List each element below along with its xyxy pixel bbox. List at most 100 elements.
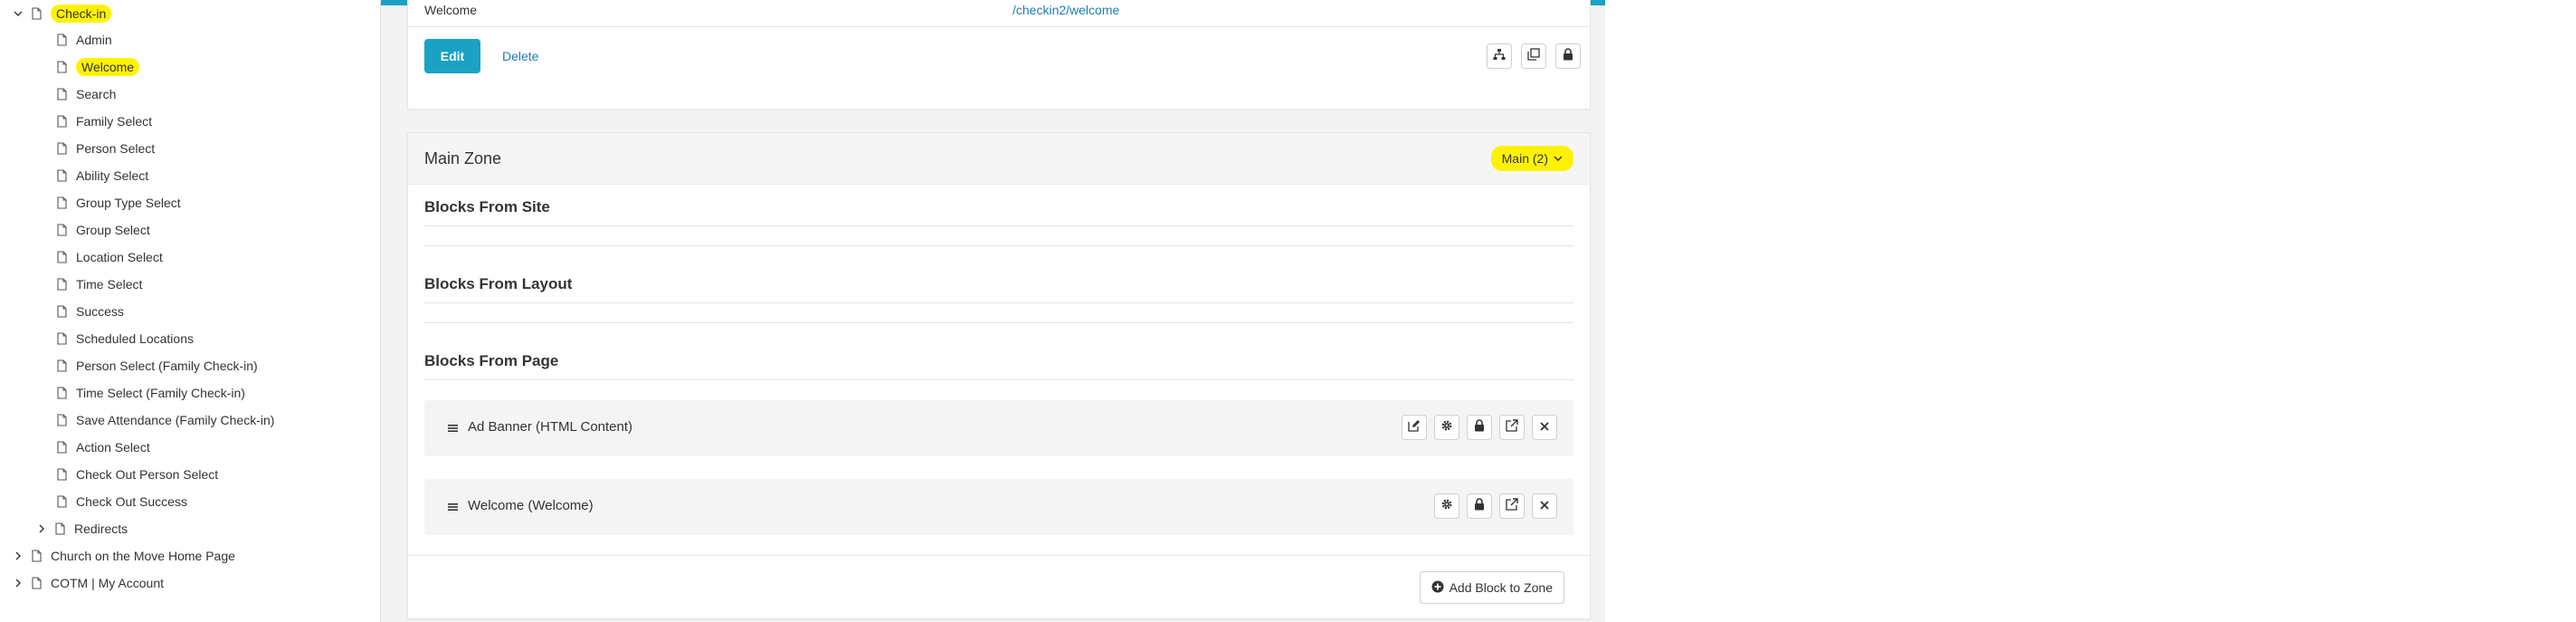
tree-node-label[interactable]: Action Select	[76, 440, 150, 455]
drag-handle-icon[interactable]	[448, 500, 459, 514]
tree-node-time-select[interactable]: Time Select	[56, 273, 142, 296]
block-security-button[interactable]	[1467, 415, 1492, 440]
edit-icon	[1408, 419, 1421, 436]
tree-node-label[interactable]: Save Attendance (Family Check-in)	[76, 413, 274, 427]
page-icon	[56, 33, 67, 47]
tree-node-search[interactable]: Search	[56, 82, 116, 106]
tree-node-label[interactable]: Time Select (Family Check-in)	[76, 386, 245, 400]
sitemap-icon	[1493, 48, 1506, 65]
chevron-right-icon[interactable]	[34, 522, 49, 536]
delete-block-button[interactable]	[1532, 415, 1557, 440]
page-icon	[56, 331, 67, 346]
tree-node-label[interactable]: Time Select	[76, 277, 142, 292]
tree-node-check-in[interactable]: Check-in	[11, 2, 112, 25]
tree-node-group-select[interactable]: Group Select	[56, 218, 150, 242]
block-name: Ad Banner (HTML Content)	[468, 419, 633, 435]
tree-node-label[interactable]: Person Select	[76, 141, 155, 156]
tree-node-action-select[interactable]: Action Select	[56, 435, 150, 459]
zone-selector-dropdown[interactable]: Main (2)	[1490, 146, 1573, 171]
delete-button[interactable]: Delete	[502, 39, 538, 73]
page-icon	[56, 223, 67, 237]
tree-node-label[interactable]: Welcome	[76, 58, 140, 76]
tree-node-label[interactable]: Admin	[76, 33, 112, 47]
zone-header: Main Zone Main (2)	[408, 133, 1590, 185]
section-divider	[424, 302, 1573, 303]
gear-icon	[1440, 419, 1453, 436]
copy-page-button[interactable]	[1521, 43, 1546, 69]
plus-circle-icon	[1431, 580, 1444, 596]
external-link-icon	[1506, 497, 1518, 515]
page-icon	[56, 114, 67, 129]
page-icon	[56, 277, 67, 292]
tree-node-person-select-family[interactable]: Person Select (Family Check-in)	[56, 354, 258, 378]
tree-node-label[interactable]: Check-in	[51, 5, 112, 23]
edit-content-button[interactable]	[1402, 415, 1427, 440]
block-settings-button[interactable]	[1434, 415, 1459, 440]
main-content: Welcome /checkin2/welcome Edit Delete Ma…	[381, 0, 1605, 622]
page-icon	[54, 522, 65, 536]
tree-node-label[interactable]: Search	[76, 87, 116, 101]
tree-node-label[interactable]: Ability Select	[76, 168, 148, 183]
page-icon	[31, 6, 42, 21]
tree-node-redirects[interactable]: Redirects	[34, 517, 128, 541]
tree-node-group-type-select[interactable]: Group Type Select	[56, 191, 181, 215]
page-icon	[56, 196, 67, 210]
tree-node-label[interactable]: COTM | My Account	[51, 576, 164, 590]
blocks-from-layout-heading: Blocks From Layout	[424, 275, 573, 292]
tree-node-time-select-family[interactable]: Time Select (Family Check-in)	[56, 381, 245, 405]
tree-node-scheduled-locations[interactable]: Scheduled Locations	[56, 327, 194, 350]
tree-node-church-home[interactable]: Church on the Move Home Page	[11, 544, 235, 568]
tree-node-label[interactable]: Family Select	[76, 114, 152, 129]
page-icon	[56, 494, 67, 509]
zone-block-item: Welcome (Welcome)	[424, 479, 1573, 535]
tree-node-label[interactable]: Church on the Move Home Page	[51, 549, 235, 563]
move-block-button[interactable]	[1499, 493, 1525, 519]
edit-button[interactable]: Edit	[424, 39, 480, 73]
security-button[interactable]	[1555, 43, 1581, 69]
chevron-right-icon[interactable]	[11, 576, 25, 590]
block-settings-button[interactable]	[1434, 493, 1459, 519]
page-icon	[56, 413, 67, 427]
page-icon	[56, 250, 67, 264]
page-name-value: Welcome	[424, 3, 478, 17]
tree-node-location-select[interactable]: Location Select	[56, 245, 163, 269]
tree-node-label[interactable]: Location Select	[76, 250, 163, 264]
clone-icon	[1527, 47, 1540, 65]
tree-node-label[interactable]: Group Type Select	[76, 196, 181, 210]
chevron-right-icon[interactable]	[11, 549, 25, 563]
tree-node-label[interactable]: Success	[76, 304, 124, 319]
tree-node-welcome[interactable]: Welcome	[56, 55, 140, 79]
block-name: Welcome (Welcome)	[468, 498, 594, 513]
page-icon	[56, 386, 67, 400]
page-icon	[56, 359, 67, 373]
tree-node-admin[interactable]: Admin	[56, 28, 112, 52]
tree-node-save-attendance-family[interactable]: Save Attendance (Family Check-in)	[56, 408, 274, 432]
chevron-down-icon[interactable]	[11, 6, 25, 21]
tree-node-label[interactable]: Scheduled Locations	[76, 331, 194, 346]
tree-node-my-account[interactable]: COTM | My Account	[11, 571, 164, 595]
tree-node-success[interactable]: Success	[56, 300, 124, 323]
page-icon	[56, 87, 67, 101]
add-block-to-zone-button[interactable]: Add Block to Zone	[1419, 571, 1564, 604]
section-divider	[424, 322, 1573, 323]
external-link-icon	[1506, 418, 1518, 436]
tree-node-person-select[interactable]: Person Select	[56, 137, 155, 160]
tree-node-ability-select[interactable]: Ability Select	[56, 164, 148, 187]
tree-node-label[interactable]: Check Out Person Select	[76, 467, 218, 482]
block-security-button[interactable]	[1467, 493, 1492, 519]
page-icon	[56, 467, 67, 482]
drag-handle-icon[interactable]	[448, 421, 459, 435]
tree-node-label[interactable]: Group Select	[76, 223, 150, 237]
tree-node-label[interactable]: Redirects	[74, 522, 128, 536]
move-block-button[interactable]	[1499, 415, 1525, 440]
tree-node-check-out-success[interactable]: Check Out Success	[56, 490, 187, 513]
delete-block-button[interactable]	[1532, 493, 1557, 519]
card-divider	[408, 26, 1590, 27]
tree-node-label[interactable]: Person Select (Family Check-in)	[76, 359, 258, 373]
page-route-link[interactable]: /checkin2/welcome	[1012, 3, 1119, 17]
tree-node-family-select[interactable]: Family Select	[56, 110, 152, 133]
empty-area	[1605, 0, 2576, 622]
tree-node-label[interactable]: Check Out Success	[76, 494, 187, 509]
child-pages-button[interactable]	[1487, 43, 1512, 69]
tree-node-check-out-person-select[interactable]: Check Out Person Select	[56, 463, 218, 486]
